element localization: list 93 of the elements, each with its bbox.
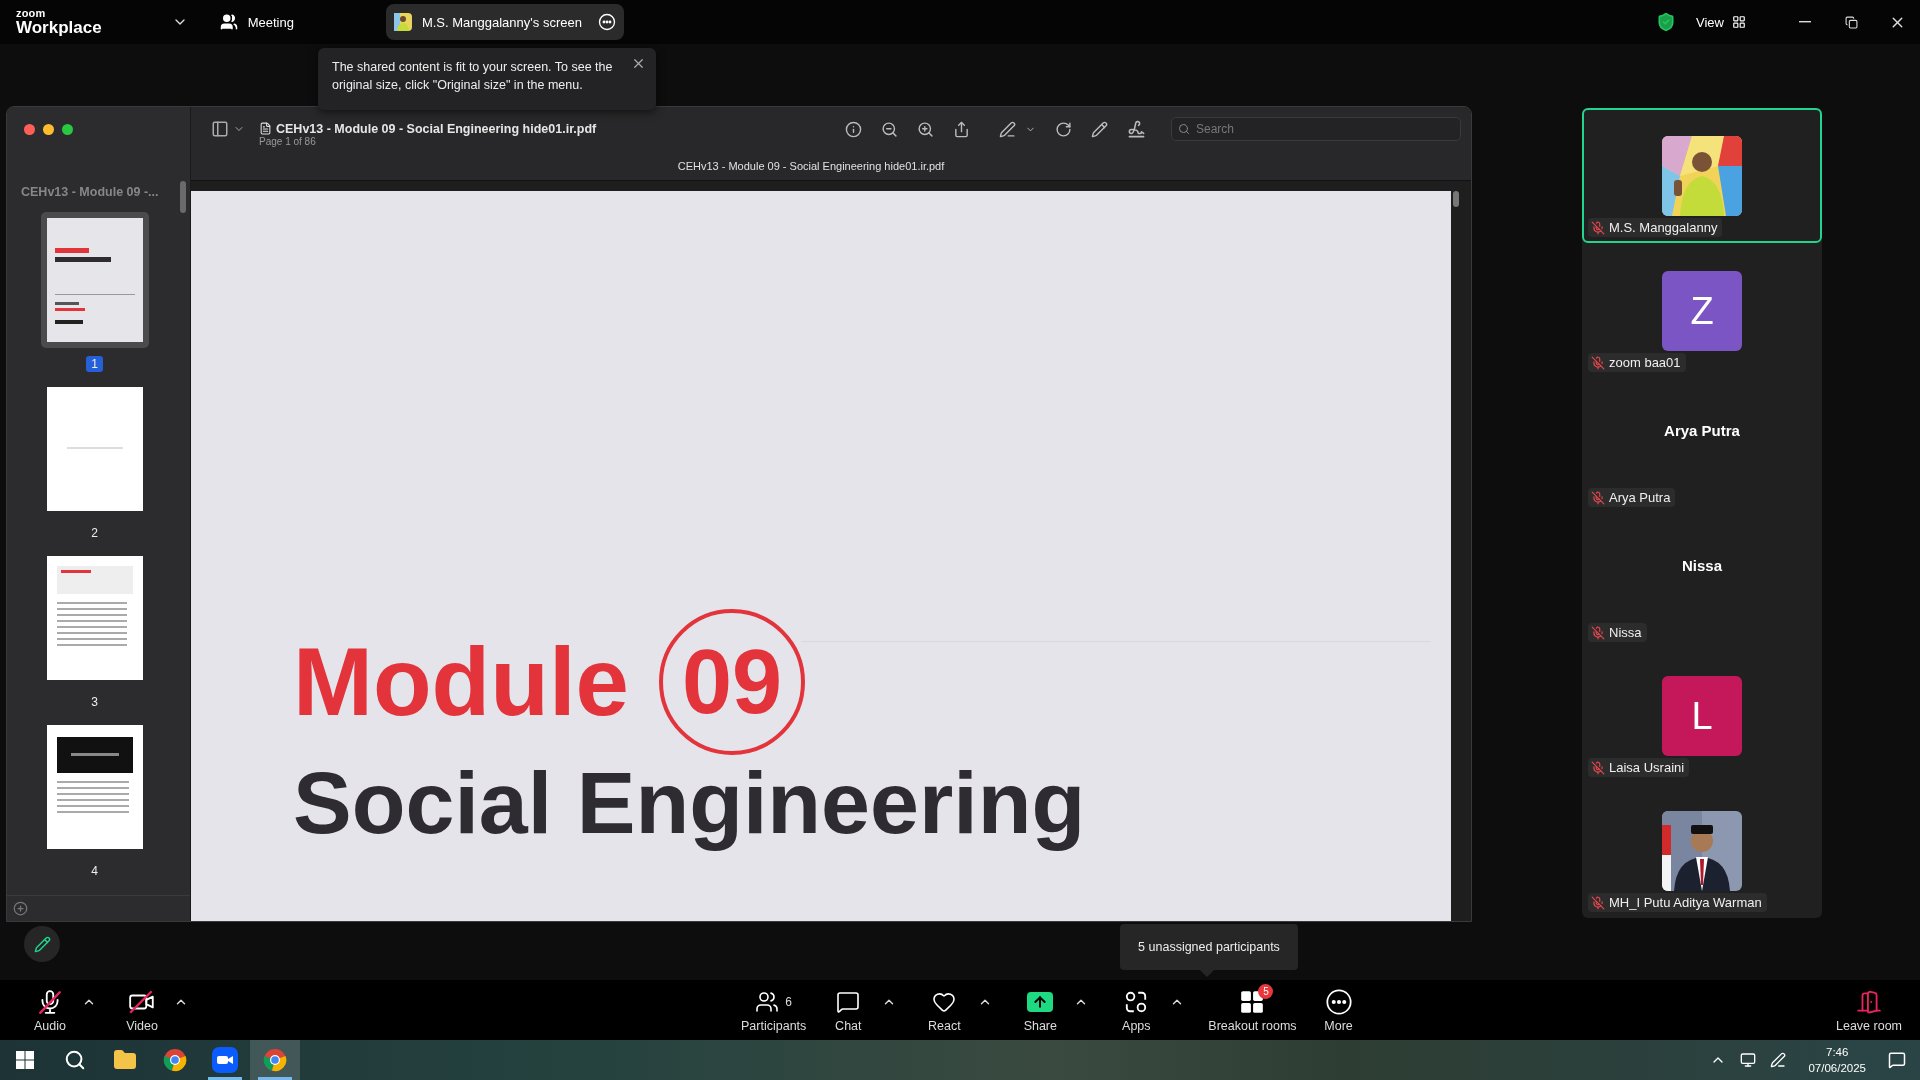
minimize-icon — [1799, 21, 1811, 23]
count-badge: 5 — [1258, 983, 1274, 999]
people-icon — [219, 13, 238, 31]
video-button[interactable]: Video — [112, 985, 172, 1035]
avatar-initial: L — [1662, 676, 1742, 756]
module-heading: Social Engineering — [293, 755, 1087, 852]
share-icon[interactable] — [953, 120, 970, 138]
page-info: Page 1 of 86 — [259, 135, 317, 147]
logo-text: zoom — [16, 8, 47, 19]
logo-text: Workplace — [16, 19, 102, 36]
more-icon — [597, 13, 616, 31]
document-title: CEHv13 - Module 09 - Social Engineering hide01.ir.pdf — [276, 121, 597, 136]
participants-button[interactable]: 6 Participants — [735, 985, 813, 1035]
pen-icon[interactable] — [999, 120, 1016, 138]
grid-icon — [1732, 15, 1746, 29]
more-button[interactable] — [597, 13, 616, 31]
leave-button[interactable]: Leave room — [1830, 985, 1908, 1035]
windows-icon — [16, 1051, 34, 1069]
zoom-in-icon[interactable] — [917, 120, 934, 138]
avatar-initial: Z — [1662, 271, 1742, 351]
clock[interactable]: 7:46 07/06/2025 — [1808, 1044, 1866, 1076]
shield-icon — [1656, 12, 1677, 32]
apps-button[interactable]: Apps — [1106, 985, 1167, 1035]
module-title: Module — [293, 629, 629, 735]
scrollbar-thumb[interactable] — [1453, 191, 1459, 207]
participant-name: M.S. Manggalanny — [1609, 220, 1718, 235]
document-tab-title: CEHv13 - Module 09 - Social Engineering hide01.ir.pdf — [677, 159, 945, 172]
thumbnail-item[interactable] — [40, 212, 149, 348]
participant-display-name: Arya Putra — [1664, 422, 1740, 439]
view-button[interactable]: View — [1690, 13, 1752, 31]
microphone-icon — [37, 988, 63, 1015]
video-tile[interactable]: Nissa Nissa — [1582, 513, 1822, 648]
signature-icon[interactable] — [1127, 119, 1146, 139]
notifications-icon[interactable] — [1888, 1051, 1906, 1069]
restore-icon — [1844, 15, 1858, 29]
participant-name: zoom baa01 — [1609, 355, 1681, 370]
door-icon — [1856, 988, 1882, 1015]
annotate-button[interactable] — [24, 926, 60, 962]
video-tile[interactable]: Z zoom baa01 — [1582, 243, 1822, 378]
browser-icon — [263, 1048, 287, 1072]
search-icon — [1178, 123, 1190, 135]
pencil-icon — [33, 935, 51, 953]
search-field[interactable]: Search — [1171, 117, 1461, 141]
audio-button[interactable]: Audio — [20, 985, 80, 1035]
close-dot[interactable] — [24, 123, 35, 135]
participant-name: MH_I Putu Aditya Warman — [1609, 895, 1762, 910]
participant-name: Nissa — [1609, 625, 1642, 640]
video-tile[interactable]: M.S. Manggalanny — [1582, 108, 1822, 243]
search-icon — [64, 1049, 86, 1071]
close-icon — [631, 56, 646, 71]
info-icon[interactable] — [845, 120, 862, 138]
markup-icon[interactable] — [1091, 120, 1108, 138]
sidebar-toggle-icon[interactable] — [211, 120, 229, 138]
page-number: 4 — [90, 863, 99, 879]
network-icon[interactable] — [1740, 1052, 1757, 1068]
video-tile[interactable]: L Laisa Usraini — [1582, 648, 1822, 783]
minimize-dot[interactable] — [43, 123, 54, 135]
participant-display-name: Nissa — [1682, 557, 1722, 574]
camera-icon — [128, 988, 156, 1015]
participant-name: Arya Putra — [1609, 490, 1671, 505]
browser-icon — [163, 1048, 187, 1072]
scrollbar-thumb[interactable] — [180, 181, 186, 213]
document-icon — [259, 122, 272, 135]
share-button[interactable]: Share — [1010, 985, 1071, 1035]
page-number: 3 — [90, 694, 99, 710]
participant-name: Laisa Usraini — [1609, 760, 1685, 775]
react-button[interactable]: React — [914, 985, 975, 1035]
folder-icon — [113, 1048, 137, 1072]
camera-app-icon — [212, 1047, 238, 1073]
sidebar-title: CEHv13 - Module 09 -... — [21, 185, 159, 199]
chat-button[interactable]: Chat — [818, 985, 879, 1035]
more-button[interactable]: More — [1308, 985, 1369, 1035]
page-number: 1 — [86, 356, 103, 372]
close-button[interactable] — [631, 56, 646, 71]
tooltip-text: 5 unassigned participants — [1138, 940, 1280, 954]
page-number: 2 — [90, 525, 99, 541]
module-number: 09 — [658, 609, 805, 755]
notice-text: The shared content is fit to your screen. To see the original size, click "Original size" in the menu. — [332, 59, 614, 94]
breakout-button[interactable]: Breakout rooms 5 — [1202, 985, 1303, 1035]
chat-icon — [836, 989, 861, 1014]
add-icon[interactable] — [13, 901, 28, 916]
meeting-button[interactable]: Meeting — [213, 9, 300, 35]
more-icon — [1324, 987, 1353, 1016]
running-indicator — [208, 1077, 242, 1080]
zoom-out-icon[interactable] — [881, 120, 898, 138]
video-tile[interactable]: Arya Putra Arya Putra — [1582, 378, 1822, 513]
video-tile[interactable]: MH_I Putu Aditya Warman — [1582, 783, 1822, 918]
share-icon — [1027, 991, 1054, 1012]
people-icon — [755, 989, 780, 1014]
rotate-icon[interactable] — [1055, 120, 1072, 138]
running-indicator — [258, 1077, 292, 1080]
zoom-dot[interactable] — [62, 123, 73, 135]
share-label: M.S. Manggalanny's screen — [421, 14, 583, 30]
